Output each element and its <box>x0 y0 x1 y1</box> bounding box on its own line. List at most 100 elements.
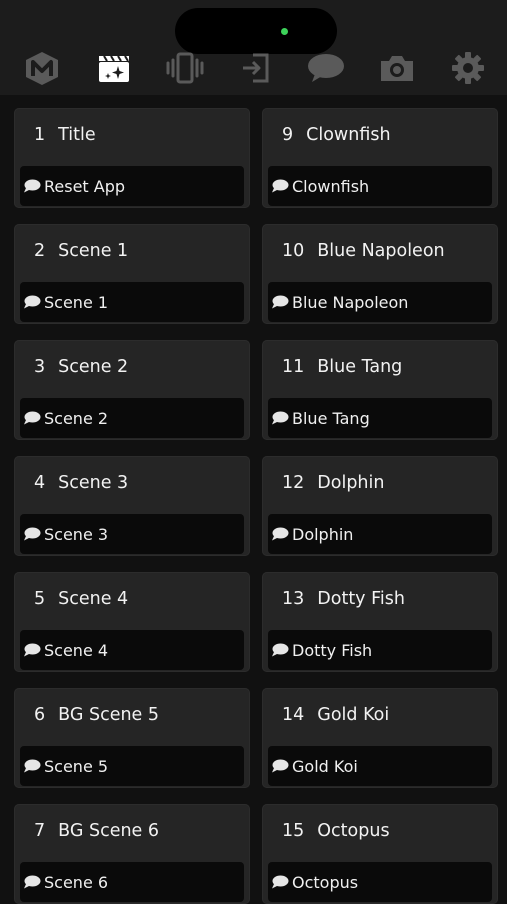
scene-action-label: Blue Napoleon <box>292 292 409 312</box>
scene-title: 10 Blue Napoleon <box>282 238 445 264</box>
scene-card[interactable]: 4 Scene 3 Scene 3 <box>14 456 250 556</box>
scene-title: 9 Clownfish <box>282 122 391 148</box>
speech-bubble-icon <box>24 295 41 309</box>
speech-bubble-icon <box>272 527 289 541</box>
scene-number: 3 <box>34 357 46 377</box>
scene-title: 13 Dotty Fish <box>282 586 405 612</box>
scene-card[interactable]: 12 Dolphin Dolphin <box>262 456 498 556</box>
scene-action-label: Scene 1 <box>44 292 109 312</box>
scene-number: 2 <box>34 241 46 261</box>
scene-action-button[interactable]: Clownfish <box>268 166 492 206</box>
scene-card[interactable]: 11 Blue Tang Blue Tang <box>262 340 498 440</box>
scene-number: 12 <box>282 473 305 493</box>
scene-number: 15 <box>282 821 305 841</box>
speech-bubble-icon <box>272 411 289 425</box>
speech-bubble-icon <box>24 179 41 193</box>
scene-action-button[interactable]: Blue Tang <box>268 398 492 438</box>
scene-name: Scene 4 <box>58 589 129 609</box>
scene-action-button[interactable]: Reset App <box>20 166 244 206</box>
scene-name: Octopus <box>317 821 390 841</box>
scene-card[interactable]: 5 Scene 4 Scene 4 <box>14 572 250 672</box>
logo-m-icon[interactable] <box>22 48 62 88</box>
tab-bar <box>0 48 507 88</box>
import-arrow-icon[interactable] <box>236 48 276 88</box>
scene-action-label: Scene 3 <box>44 524 109 544</box>
scene-title: 6 BG Scene 5 <box>34 702 159 728</box>
speech-bubble-icon <box>24 411 41 425</box>
speech-bubble-icon <box>272 643 289 657</box>
scene-name: Blue Napoleon <box>317 241 445 261</box>
scene-card[interactable]: 7 BG Scene 6 Scene 6 <box>14 804 250 904</box>
scene-action-label: Reset App <box>44 176 126 196</box>
scene-action-button[interactable]: Gold Koi <box>268 746 492 786</box>
scene-name: Gold Koi <box>317 705 390 725</box>
scene-action-button[interactable]: Scene 5 <box>20 746 244 786</box>
scene-action-label: Scene 6 <box>44 872 109 892</box>
scene-name: Scene 2 <box>58 357 129 377</box>
scene-name: Title <box>58 125 96 145</box>
scene-title: 1 Title <box>34 122 96 148</box>
scene-action-button[interactable]: Scene 6 <box>20 862 244 902</box>
scene-number: 14 <box>282 705 305 725</box>
scene-number: 10 <box>282 241 305 261</box>
scene-card[interactable]: 6 BG Scene 5 Scene 5 <box>14 688 250 788</box>
scene-card[interactable]: 2 Scene 1 Scene 1 <box>14 224 250 324</box>
camera-icon[interactable] <box>377 48 417 88</box>
scene-action-label: Dolphin <box>292 524 354 544</box>
scene-action-button[interactable]: Scene 1 <box>20 282 244 322</box>
scene-card[interactable]: 14 Gold Koi Gold Koi <box>262 688 498 788</box>
scene-action-label: Gold Koi <box>292 756 358 776</box>
gear-icon[interactable] <box>448 48 488 88</box>
scene-action-label: Dotty Fish <box>292 640 373 660</box>
scene-action-button[interactable]: Blue Napoleon <box>268 282 492 322</box>
scene-action-label: Scene 2 <box>44 408 109 428</box>
scene-title: 12 Dolphin <box>282 470 384 496</box>
scene-action-button[interactable]: Octopus <box>268 862 492 902</box>
speech-bubble-icon <box>272 759 289 773</box>
scene-card[interactable]: 3 Scene 2 Scene 2 <box>14 340 250 440</box>
scene-name: Clownfish <box>306 125 391 145</box>
scene-action-label: Blue Tang <box>292 408 370 428</box>
scene-number: 1 <box>34 125 46 145</box>
scene-number: 6 <box>34 705 46 725</box>
scene-card[interactable]: 1 Title Reset App <box>14 108 250 208</box>
speech-bubble-icon <box>272 295 289 309</box>
scene-number: 5 <box>34 589 46 609</box>
speech-bubble-icon <box>24 759 41 773</box>
scene-title: 15 Octopus <box>282 818 390 844</box>
scene-name: BG Scene 5 <box>58 705 160 725</box>
scene-action-button[interactable]: Scene 2 <box>20 398 244 438</box>
scene-title: 3 Scene 2 <box>34 354 128 380</box>
scene-name: Blue Tang <box>317 357 403 377</box>
scene-action-button[interactable]: Dolphin <box>268 514 492 554</box>
scene-title: 5 Scene 4 <box>34 586 128 612</box>
scene-card[interactable]: 13 Dotty Fish Dotty Fish <box>262 572 498 672</box>
scene-name: Dolphin <box>317 473 385 493</box>
scene-action-label: Octopus <box>292 872 359 892</box>
vibrate-icon[interactable] <box>165 48 205 88</box>
scene-number: 11 <box>282 357 305 377</box>
scene-grid: 1 Title Reset App 9 Clownfish Clownfish … <box>14 108 498 904</box>
scene-action-button[interactable]: Scene 4 <box>20 630 244 670</box>
scene-title: 4 Scene 3 <box>34 470 128 496</box>
scene-action-button[interactable]: Scene 3 <box>20 514 244 554</box>
speech-bubble-icon <box>24 643 41 657</box>
scene-action-button[interactable]: Dotty Fish <box>268 630 492 670</box>
scene-name: Scene 1 <box>58 241 129 261</box>
scene-number: 9 <box>282 125 294 145</box>
scene-card[interactable]: 9 Clownfish Clownfish <box>262 108 498 208</box>
scene-card[interactable]: 15 Octopus Octopus <box>262 804 498 904</box>
scene-action-label: Scene 5 <box>44 756 109 776</box>
chat-bubble-icon[interactable] <box>306 48 346 88</box>
speech-bubble-icon <box>272 875 289 889</box>
scene-name: Dotty Fish <box>317 589 405 609</box>
scene-number: 4 <box>34 473 46 493</box>
scene-card[interactable]: 10 Blue Napoleon Blue Napoleon <box>262 224 498 324</box>
scene-title: 11 Blue Tang <box>282 354 402 380</box>
speech-bubble-icon <box>272 179 289 193</box>
clapperboard-sparkle-icon[interactable] <box>94 48 134 88</box>
scene-action-label: Scene 4 <box>44 640 109 660</box>
scene-title: 14 Gold Koi <box>282 702 389 728</box>
scene-title: 7 BG Scene 6 <box>34 818 159 844</box>
status-dot <box>281 28 288 35</box>
